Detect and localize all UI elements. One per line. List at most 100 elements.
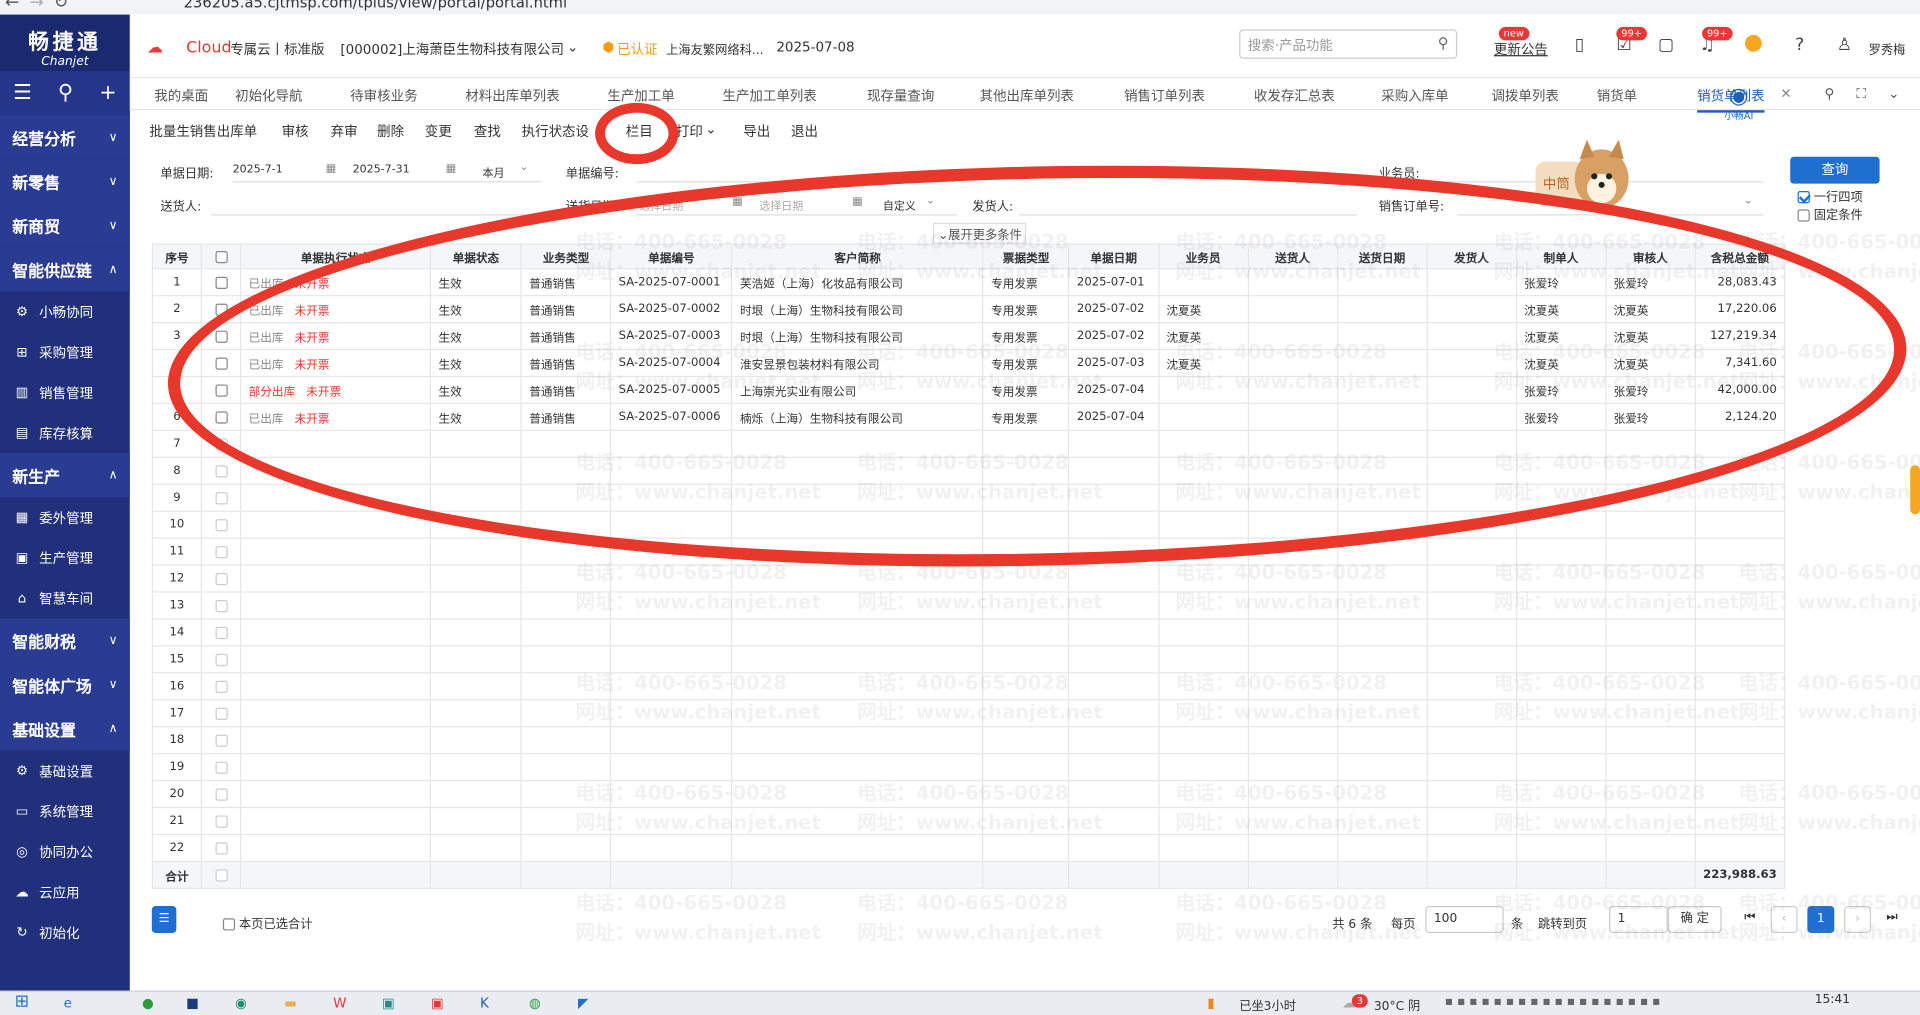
date-to-input[interactable]: 2025-7-31 [353,164,410,176]
back-icon[interactable]: ← [5,0,19,12]
sidebar-item-basic-settings[interactable]: ⚙ 基础设置 [0,751,130,791]
exec-status-button[interactable]: 执行状态设 [522,121,589,141]
change-button[interactable]: 变更 [425,121,452,141]
sidebar-item-inventory[interactable]: ▤ 库存核算 [0,413,130,453]
print-button[interactable]: 打印 [676,121,703,141]
calendar-icon[interactable]: ▦ [446,163,456,175]
table-row[interactable]: 15 [151,645,1786,674]
sidebar-item-workshop[interactable]: ⌂ 智慧车间 [0,578,130,618]
sidebar-item-purchase[interactable]: ⊞ 采购管理 [0,332,130,372]
cell-select[interactable] [200,779,242,809]
chevron-down-icon[interactable]: ⌄ [1744,195,1753,207]
add-icon[interactable]: + [99,81,116,105]
sidebar-item-system[interactable]: ▭ 系统管理 [0,791,130,831]
sidebar-group-finance[interactable]: 智能财税 ∨ [0,618,130,663]
sidebar-group-trade[interactable]: 新商贸 ∨ [0,203,130,248]
tab-production-list[interactable]: 生产加工单列表 [722,86,816,106]
app2-icon[interactable]: ▣ [382,995,395,1011]
message-icon[interactable]: ▢ [1658,36,1674,56]
company-selector[interactable]: [000002]上海萧臣生物科技有限公司 [340,39,564,59]
edge-icon[interactable]: ◉ [235,995,247,1011]
chevron-down-icon[interactable]: ⌄ [1888,86,1899,102]
col-select[interactable] [200,243,242,270]
scroll-indicator[interactable] [1910,465,1920,515]
jump-input[interactable]: 1 [1608,906,1668,933]
fullscreen-icon[interactable]: ⛶ [1856,86,1865,103]
app3-icon[interactable]: ▣ [431,995,444,1011]
current-page[interactable]: 1 [1807,906,1835,933]
sidebar-group-base[interactable]: 基础设置 ∧ [0,706,130,751]
batch-generate-button[interactable]: 批量生销售出库单 [149,121,257,141]
update-link[interactable]: 更新公告 [1494,39,1548,59]
date-from-input[interactable]: 2025-7-1 [233,164,283,176]
cell-select[interactable] [200,483,242,512]
sidebar-group-retail[interactable]: 新零售 ∨ [0,159,130,204]
row-checkbox[interactable] [214,545,228,558]
tab-sales-order-list[interactable]: 销售订单列表 [1124,86,1205,106]
row-checkbox[interactable] [214,572,228,585]
cell-select[interactable] [200,456,242,485]
prev-page-icon[interactable]: ‹ [1770,906,1798,933]
row-checkbox[interactable] [214,814,228,828]
tab-sales-delivery[interactable]: 销货单 [1597,86,1637,106]
search-icon[interactable]: ⚲ [1825,86,1835,102]
sidebar-item-cloud[interactable]: ☁ 云应用 [0,872,130,912]
cell-select[interactable] [200,833,242,862]
sidebar-group-agent[interactable]: 智能体广场 ∨ [0,662,130,707]
export-button[interactable]: 导出 [743,121,770,141]
query-button[interactable]: 查询 [1790,156,1880,184]
ie-icon[interactable]: e [64,995,72,1011]
table-row[interactable]: 16 [151,672,1786,701]
tab-pending-review[interactable]: 待审核业务 [350,86,417,106]
audit-button[interactable]: 审核 [282,121,309,141]
tab-purchase-in[interactable]: 采购入库单 [1381,86,1448,106]
next-page-icon[interactable]: › [1844,906,1872,933]
table-row[interactable]: 21 [151,806,1786,836]
url-text[interactable]: 236205.a5.cjtmsp.com/tplus/view/portal/p… [184,0,567,11]
row-checkbox[interactable] [214,626,228,639]
sidebar-group-analysis[interactable]: 经营分析 ∨ [0,115,130,160]
row-checkbox[interactable] [214,841,228,855]
table-row[interactable]: 14 [151,618,1786,647]
sidebar-group-production[interactable]: 新生产 ∧ [0,453,130,498]
fixed-option[interactable]: 固定条件 [1797,204,1863,223]
cell-select[interactable] [200,537,242,566]
chevron-down-icon[interactable]: ⌄ [705,121,716,137]
windows-start-icon[interactable]: ⊞ [15,992,29,1012]
row-checkbox[interactable] [214,464,228,477]
sidebar-item-collab[interactable]: ⚙ 小畅协同 [0,291,130,331]
row-checkbox[interactable] [214,760,228,774]
search-icon[interactable]: ⚲ [1438,34,1449,51]
checkbox[interactable] [1797,209,1810,222]
sidebar-group-supply[interactable]: 智能供应链 ∧ [0,247,130,292]
period-select[interactable]: 本月 [482,164,504,180]
table-row[interactable]: 22 [151,833,1786,862]
help-icon[interactable]: ? [1795,36,1804,56]
cell-select[interactable] [200,564,242,593]
tab-other-out[interactable]: 其他出库单列表 [980,86,1074,106]
app5-icon[interactable]: ◤ [578,995,588,1011]
unaudit-button[interactable]: 弃审 [331,121,358,141]
cell-select[interactable] [200,591,242,620]
sidebar-item-office[interactable]: ◎ 协同办公 [0,831,130,871]
calendar-icon[interactable]: ▦ [326,163,336,175]
folder-icon[interactable]: ▬ [284,995,297,1011]
chevron-down-icon[interactable]: ⌄ [567,39,578,55]
close-icon[interactable]: ✕ [1780,86,1791,102]
phone-icon[interactable]: ▯ [1575,36,1584,56]
delete-button[interactable]: 删除 [377,121,404,141]
cell-select[interactable] [200,645,242,674]
row-checkbox[interactable] [214,787,228,801]
cell-select[interactable] [200,510,242,539]
tray-icons[interactable]: ▪ ▪ ▪ ▪ ▪ ▪ ▪ ▪ ▪ ▪ ▪ ▪ ▪ ▪ ▪ ▪ ▪ ▪ [1445,995,1661,1008]
col-no[interactable]: 序号 [151,243,203,270]
tab-init-nav[interactable]: 初始化导航 [235,86,302,106]
store-icon[interactable]: ■ [186,995,199,1011]
cell-select[interactable] [200,806,242,836]
page-select-option[interactable]: 本页已选合计 [222,913,312,932]
cell-select[interactable] [200,268,242,297]
tab-stock-query[interactable]: 现存量查询 [867,86,934,106]
first-page-icon[interactable]: ⏮ [1736,906,1764,933]
app4-icon[interactable]: K [480,995,489,1011]
mascot-icon[interactable]: ● [1744,29,1763,55]
